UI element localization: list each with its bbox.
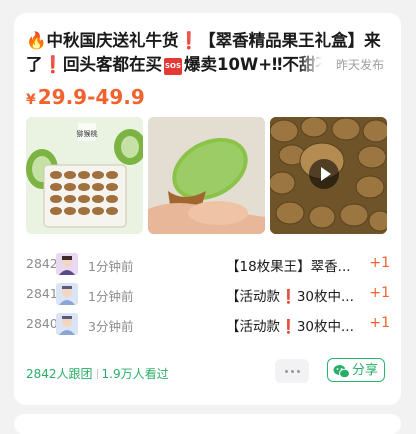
share-label: 分享: [351, 363, 378, 378]
title-text-1: 中秋国庆送礼牛货: [46, 31, 179, 50]
buyer-row[interactable]: 2842 1分钟前 【18枚果王】翠香... +1: [26, 249, 390, 279]
post-title[interactable]: 🔥中秋国庆送礼牛货❗【翠香精品果王礼盒】来 了❗回头客都在买 SOS 爆卖10W+‼…: [26, 29, 388, 77]
buy-time: 1分钟前: [88, 259, 134, 274]
kiwi-gift-box-image: 猕猴桃: [26, 117, 143, 234]
joined-count: 2842人跟团: [26, 367, 93, 381]
buy-time: 3分钟前: [88, 319, 134, 334]
fire-icon: 🔥: [26, 31, 47, 50]
wechat-icon: [333, 365, 350, 379]
order-number: 2840: [26, 316, 58, 331]
currency-symbol: ¥: [26, 92, 36, 108]
buyer-row[interactable]: 2841 1分钟前 【活动款❗30枚中... +1: [26, 279, 390, 309]
quantity: +1: [369, 255, 390, 271]
product-image-box[interactable]: 猕猴桃: [26, 117, 143, 234]
divider: [96, 369, 98, 379]
product-name: 【18枚果王】翠香...: [226, 259, 351, 275]
group-stats: 2842人跟团 1.9万人看过: [26, 365, 169, 382]
sos-icon: SOS: [164, 58, 183, 75]
product-suffix: 30枚中...: [296, 289, 354, 305]
more-dot: [285, 370, 288, 373]
recent-buyers-list: 2842 1分钟前 【18枚果王】翠香... +1 2841 1分钟前 【活动款…: [26, 249, 390, 339]
more-button[interactable]: [275, 359, 309, 383]
quantity: +1: [369, 285, 390, 301]
product-image-peeled[interactable]: [148, 117, 265, 234]
posted-time: 昨天发布: [335, 58, 384, 72]
quantity: +1: [369, 315, 390, 331]
product-suffix: 30枚中...: [296, 319, 354, 335]
exclamation-icon: ❗: [178, 31, 200, 50]
title-text-2b: 回头客都在买: [63, 55, 163, 74]
next-card: [14, 414, 401, 434]
image-gallery: 猕猴桃: [26, 117, 388, 234]
product-prefix: 【活动款: [226, 319, 280, 335]
price-range: ¥29.9-49.9: [26, 85, 145, 109]
avatar: [56, 253, 78, 275]
order-number: 2842: [26, 256, 58, 271]
product-name: 【活动款❗30枚中...: [226, 315, 354, 335]
buyer-row[interactable]: 2840 3分钟前 【活动款❗30枚中... +1: [26, 309, 390, 339]
card-footer: 2842人跟团 1.9万人看过 分享: [26, 358, 390, 387]
product-video[interactable]: [270, 117, 387, 234]
box-label: 猕猴桃: [77, 129, 98, 138]
product-name: 【活动款❗30枚中...: [226, 285, 354, 305]
product-prefix: 【活动款: [226, 289, 280, 305]
title-text-2a: 了: [26, 55, 43, 74]
exclamation-icon: ❗: [280, 319, 297, 335]
avatar: [56, 283, 78, 305]
price-value: 29.9-49.9: [37, 85, 145, 109]
more-dot: [291, 370, 294, 373]
exclamation-icon: ❗: [42, 55, 64, 74]
view-count: 1.9万人看过: [101, 367, 169, 381]
order-number: 2841: [26, 286, 58, 301]
exclamation-icon: ❗: [280, 289, 297, 305]
peeled-kiwi-image: [148, 117, 265, 234]
avatar: [56, 313, 78, 335]
play-icon[interactable]: [309, 159, 339, 189]
group-buy-card[interactable]: 🔥中秋国庆送礼牛货❗【翠香精品果王礼盒】来 了❗回头客都在买 SOS 爆卖10W+‼…: [14, 13, 401, 405]
title-text-1b: 【翠香精品果王礼盒】来: [199, 31, 381, 50]
share-button[interactable]: 分享: [327, 358, 385, 382]
buy-time: 1分钟前: [88, 289, 134, 304]
more-dot: [297, 370, 300, 373]
